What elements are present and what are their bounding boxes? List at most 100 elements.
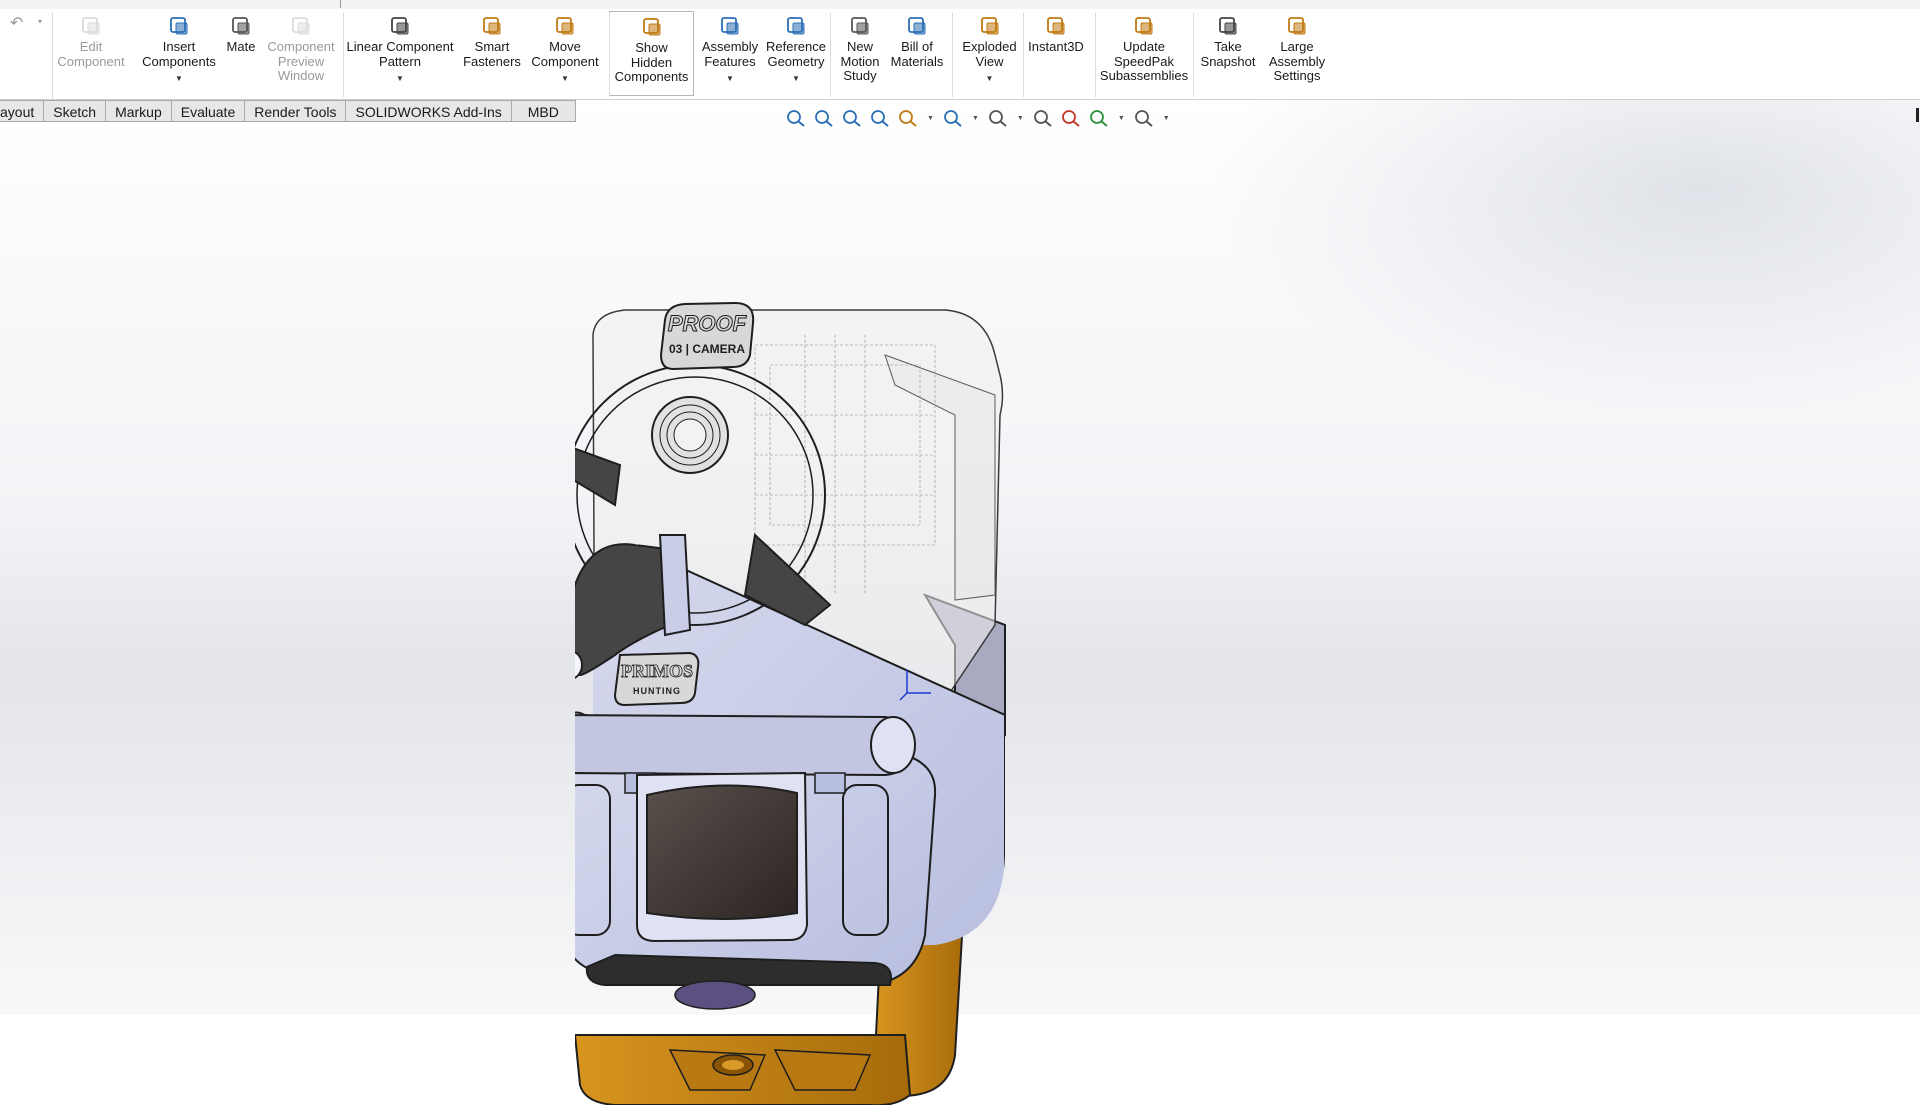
chevron-down-icon[interactable]: ▼	[1118, 115, 1125, 122]
ribbon-separator	[343, 13, 344, 97]
zoom-to-area-icon[interactable]	[813, 108, 835, 128]
reference-geometry-label: Reference Geometry	[766, 39, 826, 69]
chevron-down-icon[interactable]: ▼	[1163, 115, 1170, 122]
display-style-icon[interactable]	[987, 108, 1009, 128]
dropdown-caret-icon[interactable]: ▼	[396, 72, 404, 87]
ribbon-separator	[52, 13, 53, 97]
camera-assembly-model[interactable]: PROOF 03 | CAMERA PRIMOS HUNTING	[575, 295, 1235, 1105]
update-speedpak-button[interactable]: Update SpeedPak Subassemblies	[1096, 11, 1192, 95]
ribbon-separator	[830, 13, 831, 97]
large-assembly-settings-label: Large Assembly Settings	[1268, 39, 1326, 83]
tab-ayout[interactable]: ayout	[0, 100, 45, 122]
command-manager-tabs: ayout Sketch Markup Evaluate Render Tools SOL…	[0, 100, 576, 123]
instant3d-icon	[1047, 17, 1065, 35]
dropdown-caret-icon[interactable]: ▼	[175, 72, 183, 87]
dropdown-caret-icon[interactable]: ▼	[986, 72, 994, 87]
panel-edge-marker	[1916, 108, 1919, 122]
bill-of-materials-label: Bill of Materials	[890, 39, 944, 69]
undo-icon[interactable]: ↶	[10, 13, 23, 33]
exploded-view-button[interactable]: Exploded View ▼	[957, 11, 1022, 95]
insert-components-label: Insert Components	[142, 39, 216, 69]
preview-window-icon	[292, 17, 310, 35]
reference-geometry-button[interactable]: Reference Geometry ▼	[763, 11, 829, 95]
command-manager-ribbon: ↶ ▾ Edit Component Insert Components ▼ Mate…	[0, 9, 1920, 100]
view-orientation-icon[interactable]	[942, 108, 964, 128]
component-preview-window-button[interactable]: Component Preview Window	[262, 11, 340, 95]
move-component-icon	[556, 17, 574, 35]
insert-components-icon	[170, 17, 188, 35]
move-component-button[interactable]: Move Component ▼	[528, 11, 602, 95]
dropdown-caret-icon[interactable]: ▼	[726, 72, 734, 87]
linear-component-pattern-label: Linear Component Pattern	[346, 39, 454, 69]
logo-bottom-line2: HUNTING	[633, 686, 681, 696]
mate-button[interactable]: Mate	[223, 11, 259, 95]
smart-fasteners-label: Smart Fasteners	[463, 39, 521, 69]
tab-evaluate[interactable]: Evaluate	[171, 100, 246, 122]
edit-component-label: Edit Component	[57, 39, 125, 69]
smart-fasteners-icon	[483, 17, 501, 35]
tab-sketch[interactable]: Sketch	[44, 100, 107, 122]
dropdown-caret-icon[interactable]: ▼	[792, 72, 800, 87]
move-component-label: Move Component	[531, 39, 599, 69]
title-bar-fragment	[200, 0, 341, 8]
hide-show-items-icon[interactable]	[1032, 108, 1054, 128]
exploded-view-label: Exploded View	[962, 39, 1017, 69]
linear-component-pattern-button[interactable]: Linear Component Pattern ▼	[343, 11, 457, 95]
edit-appearance-icon[interactable]	[1060, 108, 1082, 128]
ribbon-separator	[952, 13, 953, 97]
apply-scene-icon[interactable]	[1088, 108, 1110, 128]
mate-label: Mate	[226, 39, 256, 54]
show-hidden-components-label: Show Hidden Components	[614, 40, 689, 84]
graphics-area[interactable]: PROOF 03 | CAMERA PRIMOS HUNTING	[0, 100, 1920, 1105]
ribbon-separator	[609, 13, 610, 97]
zoom-to-fit-icon[interactable]	[785, 108, 807, 128]
take-snapshot-button[interactable]: Take Snapshot	[1196, 11, 1260, 95]
edit-component-button[interactable]: Edit Component	[52, 11, 130, 95]
show-hidden-icon	[642, 18, 660, 36]
assembly-features-button[interactable]: Assembly Features ▼	[697, 11, 763, 95]
dynamic-annotation-icon[interactable]	[897, 108, 919, 128]
edit-component-icon	[82, 17, 100, 35]
insert-components-button[interactable]: Insert Components ▼	[135, 11, 223, 95]
assembly-features-icon	[721, 17, 739, 35]
linear-pattern-icon	[391, 17, 409, 35]
view-settings-icon[interactable]	[1133, 108, 1155, 128]
new-motion-study-label: New Motion Study	[840, 39, 880, 83]
component-preview-window-label: Component Preview Window	[267, 39, 335, 83]
camera-icon	[1219, 17, 1237, 35]
reference-geometry-icon	[787, 17, 805, 35]
tab-mbd[interactable]: MBD	[511, 100, 576, 122]
chevron-down-icon[interactable]: ▼	[927, 115, 934, 122]
chevron-down-icon[interactable]: ▼	[1017, 115, 1024, 122]
tab-markup[interactable]: Markup	[106, 100, 172, 122]
ribbon-separator	[1095, 13, 1096, 97]
large-assembly-icon	[1288, 17, 1306, 35]
ribbon-separator	[1023, 13, 1024, 97]
tab-solidworks-add-ins[interactable]: SOLIDWORKS Add-Ins	[346, 100, 512, 122]
dropdown-caret-icon[interactable]: ▼	[561, 72, 569, 87]
bill-of-materials-button[interactable]: Bill of Materials	[889, 11, 945, 95]
motion-study-icon	[851, 17, 869, 35]
assembly-features-label: Assembly Features	[701, 39, 759, 69]
chevron-down-icon[interactable]: ▼	[972, 115, 979, 122]
logo-bottom-line1: PRIMOS	[621, 661, 693, 681]
heads-up-view-toolbar: ▼ ▼ ▼ ▼ ▼	[785, 107, 1172, 129]
top-logo-badge: PROOF 03 | CAMERA	[659, 301, 755, 371]
ribbon-separator	[1193, 13, 1194, 97]
show-hidden-components-button[interactable]: Show Hidden Components	[609, 11, 694, 96]
logo-top-line1: PROOF	[668, 311, 747, 336]
instant3d-label: Instant3D	[1028, 39, 1084, 54]
previous-view-icon[interactable]	[841, 108, 863, 128]
lower-sensor-housing	[575, 711, 937, 1010]
smart-fasteners-button[interactable]: Smart Fasteners	[460, 11, 524, 95]
undo-dropdown-icon[interactable]: ▾	[38, 17, 42, 26]
bottom-logo-badge: PRIMOS HUNTING	[613, 651, 700, 707]
speedpak-icon	[1135, 17, 1153, 35]
tab-render-tools[interactable]: Render Tools	[245, 100, 347, 122]
large-assembly-settings-button[interactable]: Large Assembly Settings	[1262, 11, 1332, 95]
new-motion-study-button[interactable]: New Motion Study	[834, 11, 886, 95]
instant3d-button[interactable]: Instant3D	[1025, 11, 1087, 95]
exploded-view-icon	[980, 17, 998, 35]
logo-top-line2: 03 | CAMERA	[669, 342, 745, 356]
section-view-icon[interactable]	[869, 108, 891, 128]
